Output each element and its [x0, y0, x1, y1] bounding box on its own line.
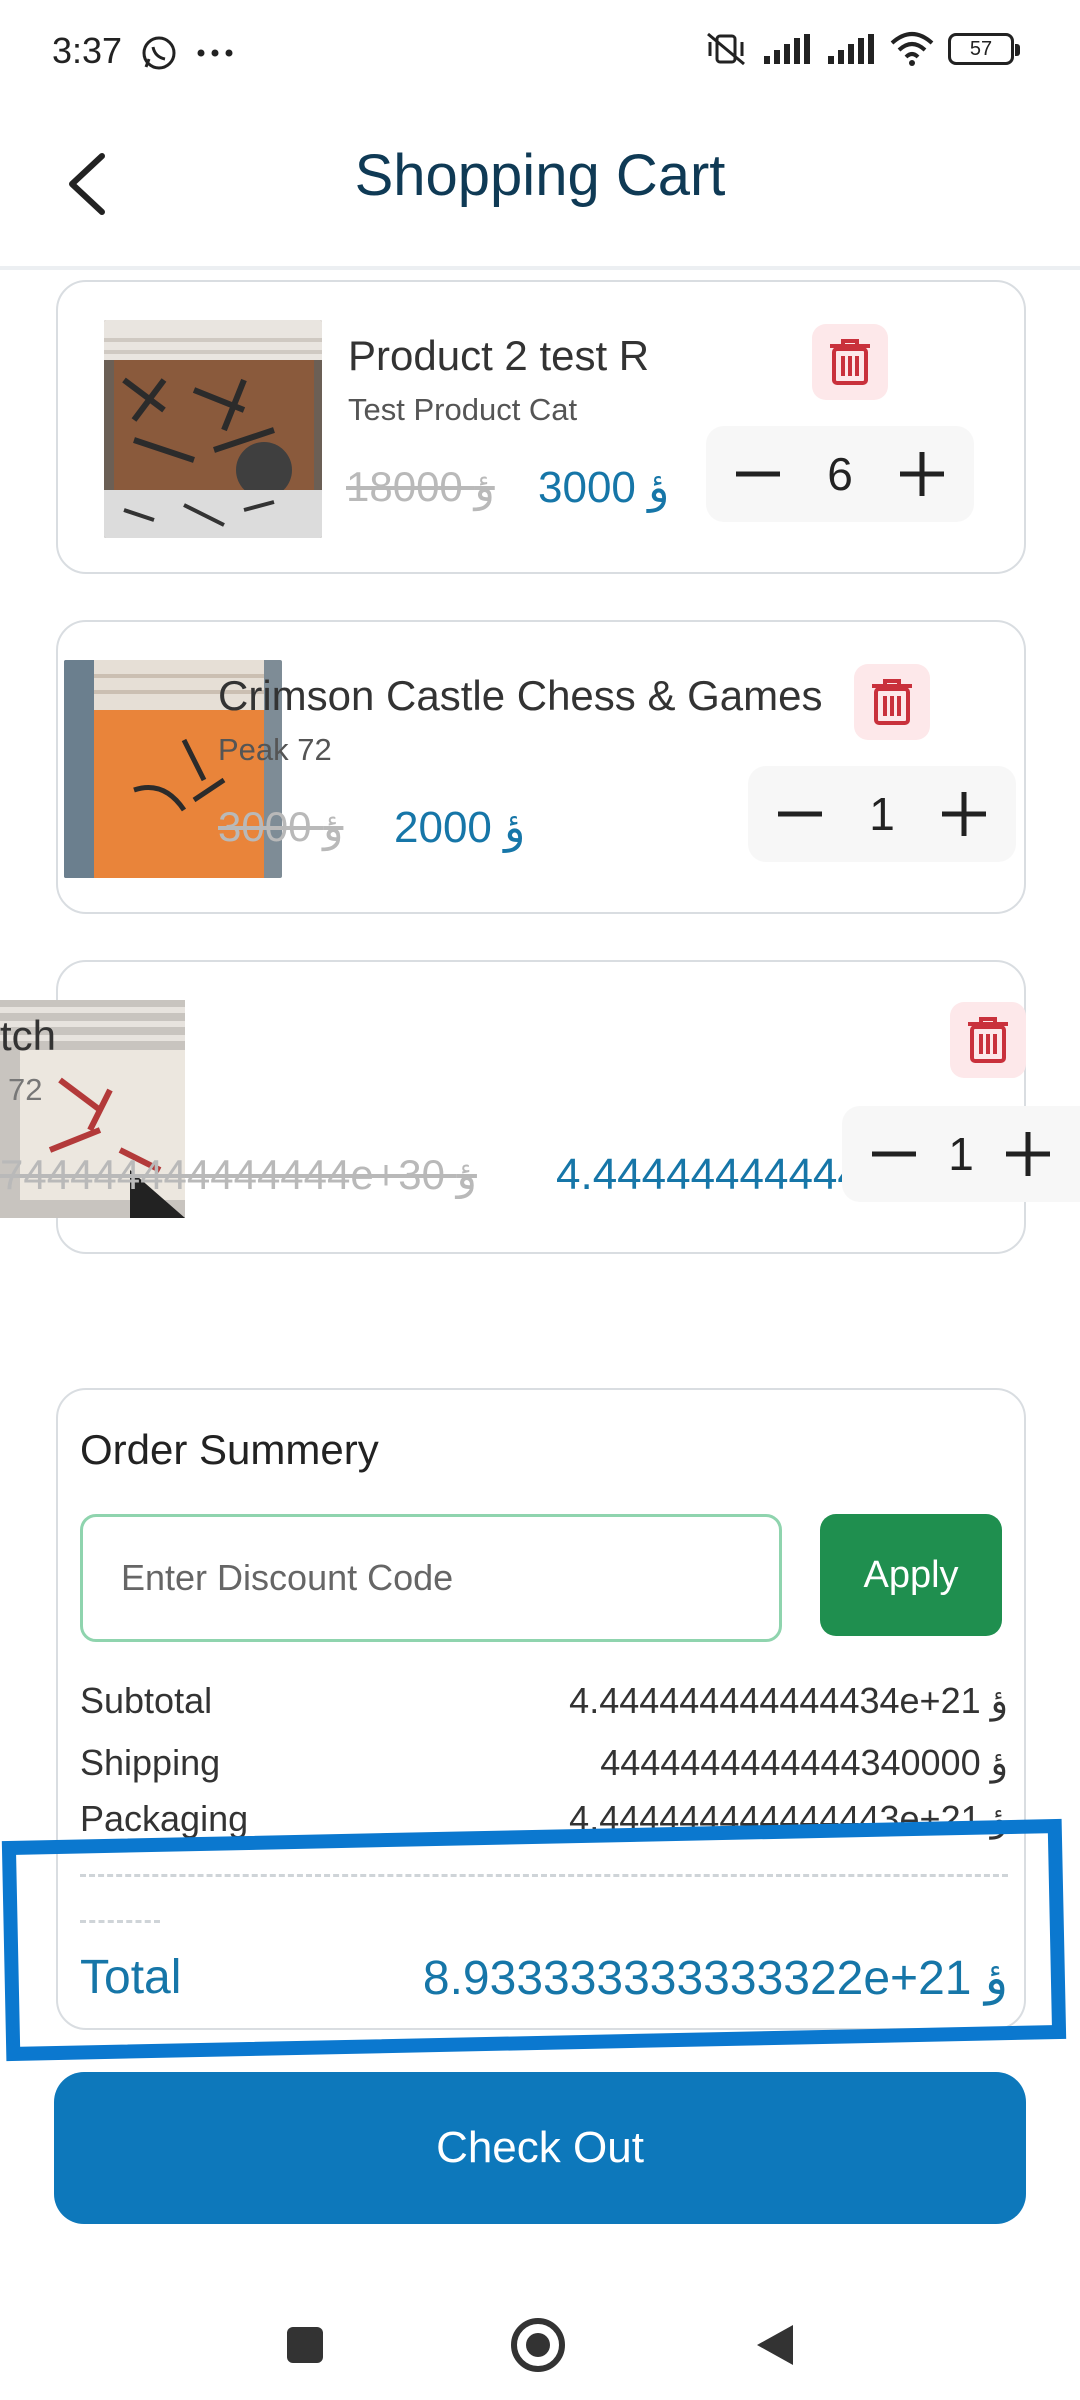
- quantity-stepper: 1: [748, 766, 1016, 862]
- delete-item-button[interactable]: [854, 664, 930, 740]
- summary-title: Order Summery: [80, 1426, 379, 1473]
- order-summary: Order Summery Apply Subtotal 4.444444444…: [56, 1388, 1026, 2030]
- quantity-value: 1: [948, 1128, 974, 1180]
- minus-icon: [736, 471, 780, 477]
- product-name: tch: [0, 1012, 57, 1059]
- apply-discount-button[interactable]: Apply: [820, 1514, 1002, 1636]
- more-icon: [197, 49, 233, 57]
- subtotal-row: Subtotal 4.444444444444434e+21 ؤ: [80, 1680, 1008, 1722]
- status-notification-icons: [140, 34, 234, 72]
- vibrate-off-icon: [707, 32, 745, 66]
- decrease-quantity-button[interactable]: [770, 784, 830, 844]
- subtotal-value: 4.444444444444434e+21 ؤ: [569, 1680, 1008, 1721]
- decrease-quantity-button[interactable]: [864, 1124, 924, 1184]
- plus-icon: [942, 792, 986, 836]
- sale-price: 3000 ؤ: [538, 463, 670, 512]
- quantity-stepper: 6: [706, 426, 974, 522]
- recent-apps-button[interactable]: [270, 2310, 340, 2380]
- delete-item-button[interactable]: [812, 324, 888, 400]
- original-price: 744444444444444e+30 ؤ: [0, 1151, 477, 1198]
- plus-icon: [1006, 1132, 1050, 1176]
- subtotal-label: Subtotal: [80, 1680, 213, 1721]
- cart-item: Crimson Castle Chess & Games Peak 72 300…: [56, 620, 1026, 914]
- minus-icon: [872, 1151, 916, 1157]
- trash-icon: [830, 339, 870, 385]
- original-price: 3000 ؤ: [218, 803, 344, 850]
- system-navigation-bar: [0, 2270, 1080, 2400]
- whatsapp-icon: [142, 36, 176, 70]
- home-circle-icon: [511, 2318, 565, 2372]
- checkout-button[interactable]: Check Out: [54, 2072, 1026, 2224]
- sale-price: 2000 ؤ: [394, 803, 526, 852]
- product-name: Product 2 test R: [348, 332, 650, 379]
- product-name: Crimson Castle Chess & Games: [218, 672, 823, 719]
- summary-divider: [80, 1920, 160, 1923]
- packaging-row: Packaging 4.444444444444443e+21 ؤ: [80, 1798, 1008, 1840]
- packaging-label: Packaging: [80, 1798, 249, 1839]
- product-category: 72: [8, 1072, 43, 1107]
- battery-indicator: 57: [948, 33, 1020, 65]
- status-time: 3:37: [52, 30, 123, 71]
- shipping-value: 4444444444444340000 ؤ: [600, 1742, 1008, 1783]
- summary-divider: [80, 1874, 1008, 1877]
- page-title: Shopping Cart: [354, 143, 726, 208]
- packaging-value: 4.444444444444443e+21 ؤ: [569, 1798, 1008, 1839]
- shopping-cart-screen: 3:37 57 Shopping Cart Product 2 test R T…: [0, 0, 1080, 2400]
- signal-icon: [764, 34, 810, 64]
- total-row: Total 8.933333333333322e+21 ؤ: [80, 1950, 1008, 2006]
- discount-code-input[interactable]: [80, 1514, 782, 1642]
- quantity-stepper: 1: [842, 1106, 1080, 1202]
- wifi-icon: [890, 32, 934, 66]
- home-button[interactable]: [503, 2310, 573, 2380]
- product-category: Peak 72: [218, 732, 332, 767]
- status-system-icons: 57: [704, 30, 1020, 68]
- shipping-label: Shipping: [80, 1742, 221, 1783]
- sale-price: 4.44444444444: [556, 1150, 842, 1199]
- cart-item: Product 2 test R Test Product Cat 18000 …: [56, 280, 1026, 574]
- minus-icon: [778, 811, 822, 817]
- trash-icon: [968, 1017, 1008, 1063]
- product-image: [104, 320, 322, 538]
- plus-icon: [900, 452, 944, 496]
- original-price: 18000 ؤ: [346, 463, 495, 510]
- trash-icon: [872, 679, 912, 725]
- increase-quantity-button[interactable]: [998, 1124, 1058, 1184]
- delete-item-button[interactable]: [950, 1002, 1026, 1078]
- back-nav-button[interactable]: [740, 2310, 810, 2380]
- shipping-row: Shipping 4444444444444340000 ؤ: [80, 1742, 1008, 1784]
- square-icon: [287, 2327, 323, 2363]
- triangle-back-icon: [757, 2325, 793, 2365]
- signal-icon-2: [828, 34, 874, 64]
- app-header: Shopping Cart: [0, 110, 1080, 270]
- total-label: Total: [80, 1951, 182, 2004]
- decrease-quantity-button[interactable]: [728, 444, 788, 504]
- increase-quantity-button[interactable]: [934, 784, 994, 844]
- quantity-value: 6: [827, 448, 853, 500]
- total-value: 8.933333333333322e+21 ؤ: [422, 1952, 1008, 2005]
- increase-quantity-button[interactable]: [892, 444, 952, 504]
- status-bar: 3:37 57: [0, 0, 1080, 110]
- quantity-value: 1: [869, 788, 895, 840]
- product-category: Test Product Cat: [348, 392, 578, 427]
